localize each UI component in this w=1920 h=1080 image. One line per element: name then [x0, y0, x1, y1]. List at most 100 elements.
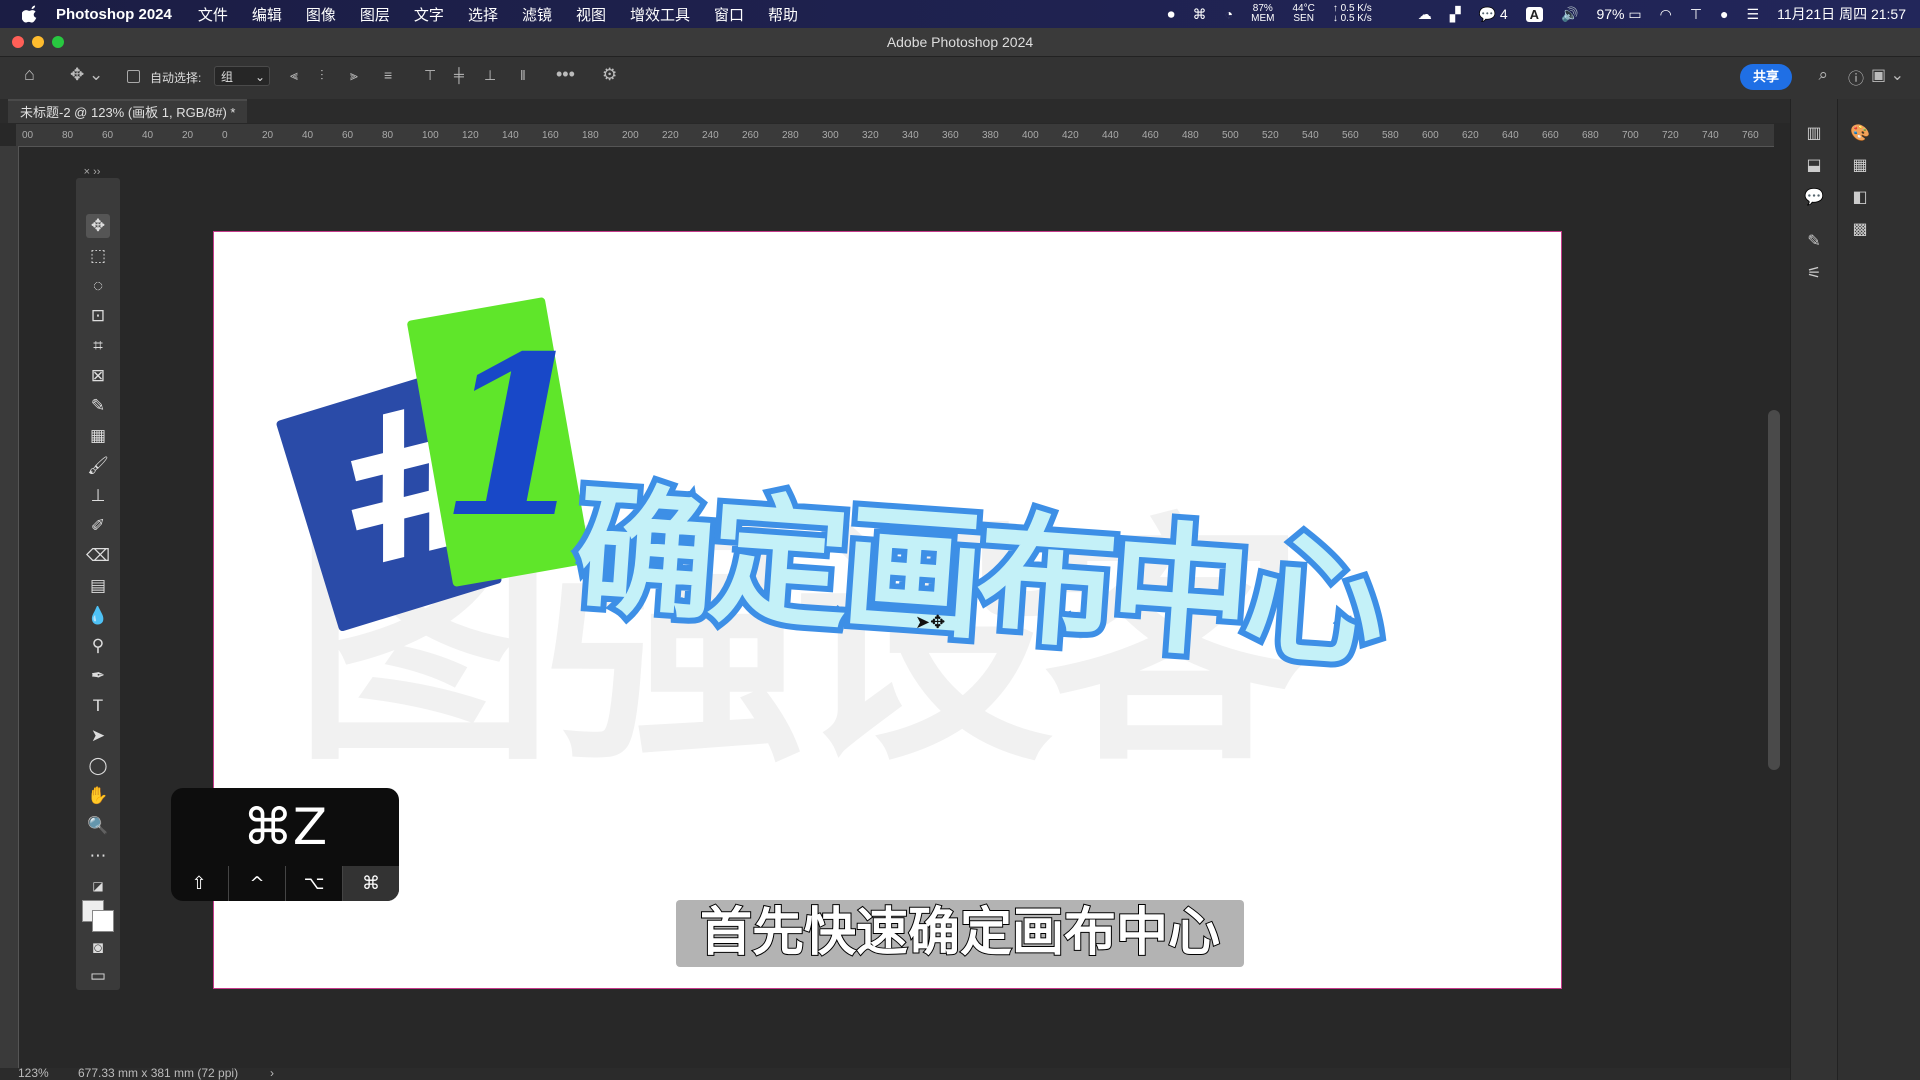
app-menu[interactable]: Photoshop 2024: [56, 6, 172, 23]
input-method-icon[interactable]: A: [1525, 6, 1544, 22]
healing-tool-icon[interactable]: ▦: [86, 424, 110, 448]
user-icon[interactable]: ●: [1720, 6, 1728, 22]
pin-icon[interactable]: ⊤: [1690, 6, 1702, 23]
align-top-icon[interactable]: ⊤: [424, 67, 436, 84]
align-left-icon[interactable]: ⫷: [290, 67, 298, 84]
background-color-swatch[interactable]: [92, 910, 114, 932]
document-size[interactable]: 677.33 mm x 381 mm (72 ppi): [78, 1066, 238, 1080]
menu-plugins[interactable]: 增效工具: [630, 4, 690, 25]
wechat-icon[interactable]: 💬 4: [1479, 6, 1508, 23]
ruler-tick-label: 200: [622, 130, 639, 141]
patterns-icon[interactable]: ▩: [1849, 219, 1871, 241]
comments-icon[interactable]: 💬: [1803, 187, 1825, 209]
menu-select[interactable]: 选择: [468, 4, 498, 25]
menu-file[interactable]: 文件: [198, 4, 228, 25]
more-options-icon[interactable]: •••: [556, 64, 575, 85]
apple-logo-icon[interactable]: [22, 5, 40, 23]
minimize-window-button[interactable]: [32, 36, 44, 48]
swap-colors-icon[interactable]: ◪ ⇄: [86, 874, 110, 917]
blur-tool-icon[interactable]: 💧: [86, 604, 110, 628]
swatches-icon[interactable]: ▦: [1849, 155, 1871, 177]
dodge-tool-icon[interactable]: ⚲: [86, 634, 110, 658]
marquee-tool-icon[interactable]: ⬚: [86, 244, 110, 268]
bookmark-icon[interactable]: ▞: [1450, 6, 1461, 23]
close-window-button[interactable]: [12, 36, 24, 48]
gradient-tool-icon[interactable]: ▤: [86, 574, 110, 598]
datetime[interactable]: 11月21日 周四 21:57: [1777, 4, 1906, 24]
brush-tool-icon[interactable]: 🖌: [86, 454, 110, 478]
menu-edit[interactable]: 编辑: [252, 4, 282, 25]
ruler-tick-label: 60: [342, 130, 354, 141]
ruler-tick-label: 760: [1742, 130, 1759, 141]
color-palette-icon[interactable]: 🎨: [1849, 123, 1871, 145]
ruler-left[interactable]: [0, 146, 19, 1068]
menu-help[interactable]: 帮助: [768, 4, 798, 25]
history-brush-tool-icon[interactable]: ✐: [86, 514, 110, 538]
align-bottom-icon[interactable]: ⊥: [484, 67, 496, 84]
cloud-icon[interactable]: ☁: [1418, 6, 1432, 23]
home-icon[interactable]: ⌂: [24, 64, 35, 85]
gauge-icon[interactable]: ◔: [1225, 6, 1233, 22]
eraser-tool-icon[interactable]: ⌫: [86, 544, 110, 568]
auto-select-checkbox[interactable]: [127, 70, 140, 83]
align-right-icon[interactable]: ⫸: [350, 67, 358, 84]
auto-select-dropdown[interactable]: 组 ⌄: [214, 66, 270, 86]
hand-tool-icon[interactable]: ✋: [86, 784, 110, 808]
battery-indicator[interactable]: 97% ▭: [1596, 6, 1641, 23]
menu-window[interactable]: 窗口: [714, 4, 744, 25]
vertical-scrollbar[interactable]: [1768, 410, 1780, 770]
distribute-icon[interactable]: ≡: [384, 67, 392, 83]
align-vcenter-icon[interactable]: ╪: [454, 67, 464, 83]
share-button[interactable]: 共享: [1740, 64, 1792, 90]
libraries-icon[interactable]: ▥: [1803, 123, 1825, 145]
menu-image[interactable]: 图像: [306, 4, 336, 25]
volume-icon[interactable]: 🔊: [1561, 6, 1578, 23]
control-center-icon[interactable]: ☰: [1747, 6, 1760, 23]
pen-tool-icon[interactable]: ✒: [86, 664, 110, 688]
toolbox-panel: × ›› ✥ ⬚ ◌ ⊡ ⌗ ⊠ ✎ ▦ 🖌 ⊥ ✐ ⌫ ▤ 💧 ⚲ ✒ T ➤…: [76, 166, 120, 990]
distribute-vertical-icon[interactable]: ‖: [520, 67, 526, 83]
adjustments-icon[interactable]: ⚟: [1803, 263, 1825, 285]
search-icon[interactable]: ⌕: [1818, 65, 1828, 85]
zoom-tool-icon[interactable]: 🔍: [86, 814, 110, 838]
gradients-icon[interactable]: ◧: [1849, 187, 1871, 209]
wifi-icon[interactable]: ◠: [1660, 6, 1672, 23]
zoom-window-button[interactable]: [52, 36, 64, 48]
command-icon[interactable]: ⌘: [1193, 6, 1207, 23]
stamp-tool-icon[interactable]: ⊥: [86, 484, 110, 508]
brush-settings-icon[interactable]: ✎: [1803, 231, 1825, 253]
menu-filter[interactable]: 滤镜: [522, 4, 552, 25]
screen-mode-icon[interactable]: ▭: [86, 964, 110, 988]
record-icon[interactable]: ⏺: [1168, 6, 1175, 23]
workspace-icon[interactable]: ▣ ⌄: [1871, 65, 1904, 85]
ruler-top[interactable]: 00 80 60 40 20 0 20 40 60 80 100 120 140 160 180 200 220…: [16, 124, 1774, 147]
lasso-tool-icon[interactable]: ◌: [86, 274, 110, 298]
menu-view[interactable]: 视图: [576, 4, 606, 25]
align-hcenter-icon[interactable]: ⫶: [320, 67, 324, 84]
more-tools-icon[interactable]: ⋯: [86, 844, 110, 868]
frame-tool-icon[interactable]: ⊠: [86, 364, 110, 388]
menu-layer[interactable]: 图层: [360, 4, 390, 25]
type-tool-icon[interactable]: T: [86, 694, 110, 718]
zoom-level[interactable]: 123%: [18, 1066, 49, 1080]
crop-tool-icon[interactable]: ⌗: [86, 334, 110, 358]
right-panel-dock: ▥ ⬓ 💬 ✎ ⚟ 🎨 ▦ ◧ ▩: [1790, 99, 1920, 1080]
object-select-tool-icon[interactable]: ⊡: [86, 304, 110, 328]
ellipse-tool-icon[interactable]: ◯: [86, 754, 110, 778]
document-tab[interactable]: 未标题-2 @ 123% (画板 1, RGB/8#) *: [8, 99, 248, 123]
move-tool-icon[interactable]: ✥: [86, 214, 110, 238]
gear-icon[interactable]: ⚙: [602, 65, 617, 85]
quick-mask-icon[interactable]: ◙: [86, 936, 110, 960]
toolbox-close-icon[interactable]: × ››: [80, 160, 104, 184]
plugins-icon[interactable]: ⬓: [1803, 155, 1825, 177]
path-select-tool-icon[interactable]: ➤: [86, 724, 110, 748]
temp-stat: 44°C SEN: [1292, 4, 1314, 24]
menu-type[interactable]: 文字: [414, 4, 444, 25]
artboard-canvas[interactable]: 图强设客 # 1 确定画布中心: [213, 231, 1562, 989]
help-icon[interactable]: ⓘ: [1848, 65, 1864, 89]
chevron-right-icon[interactable]: ›: [270, 1066, 274, 1080]
move-tool-preset-icon[interactable]: ✥ ⌄: [70, 65, 103, 85]
ruler-tick-label: 40: [302, 130, 314, 141]
eyedropper-tool-icon[interactable]: ✎: [86, 394, 110, 418]
badge-number: 1: [439, 307, 593, 566]
